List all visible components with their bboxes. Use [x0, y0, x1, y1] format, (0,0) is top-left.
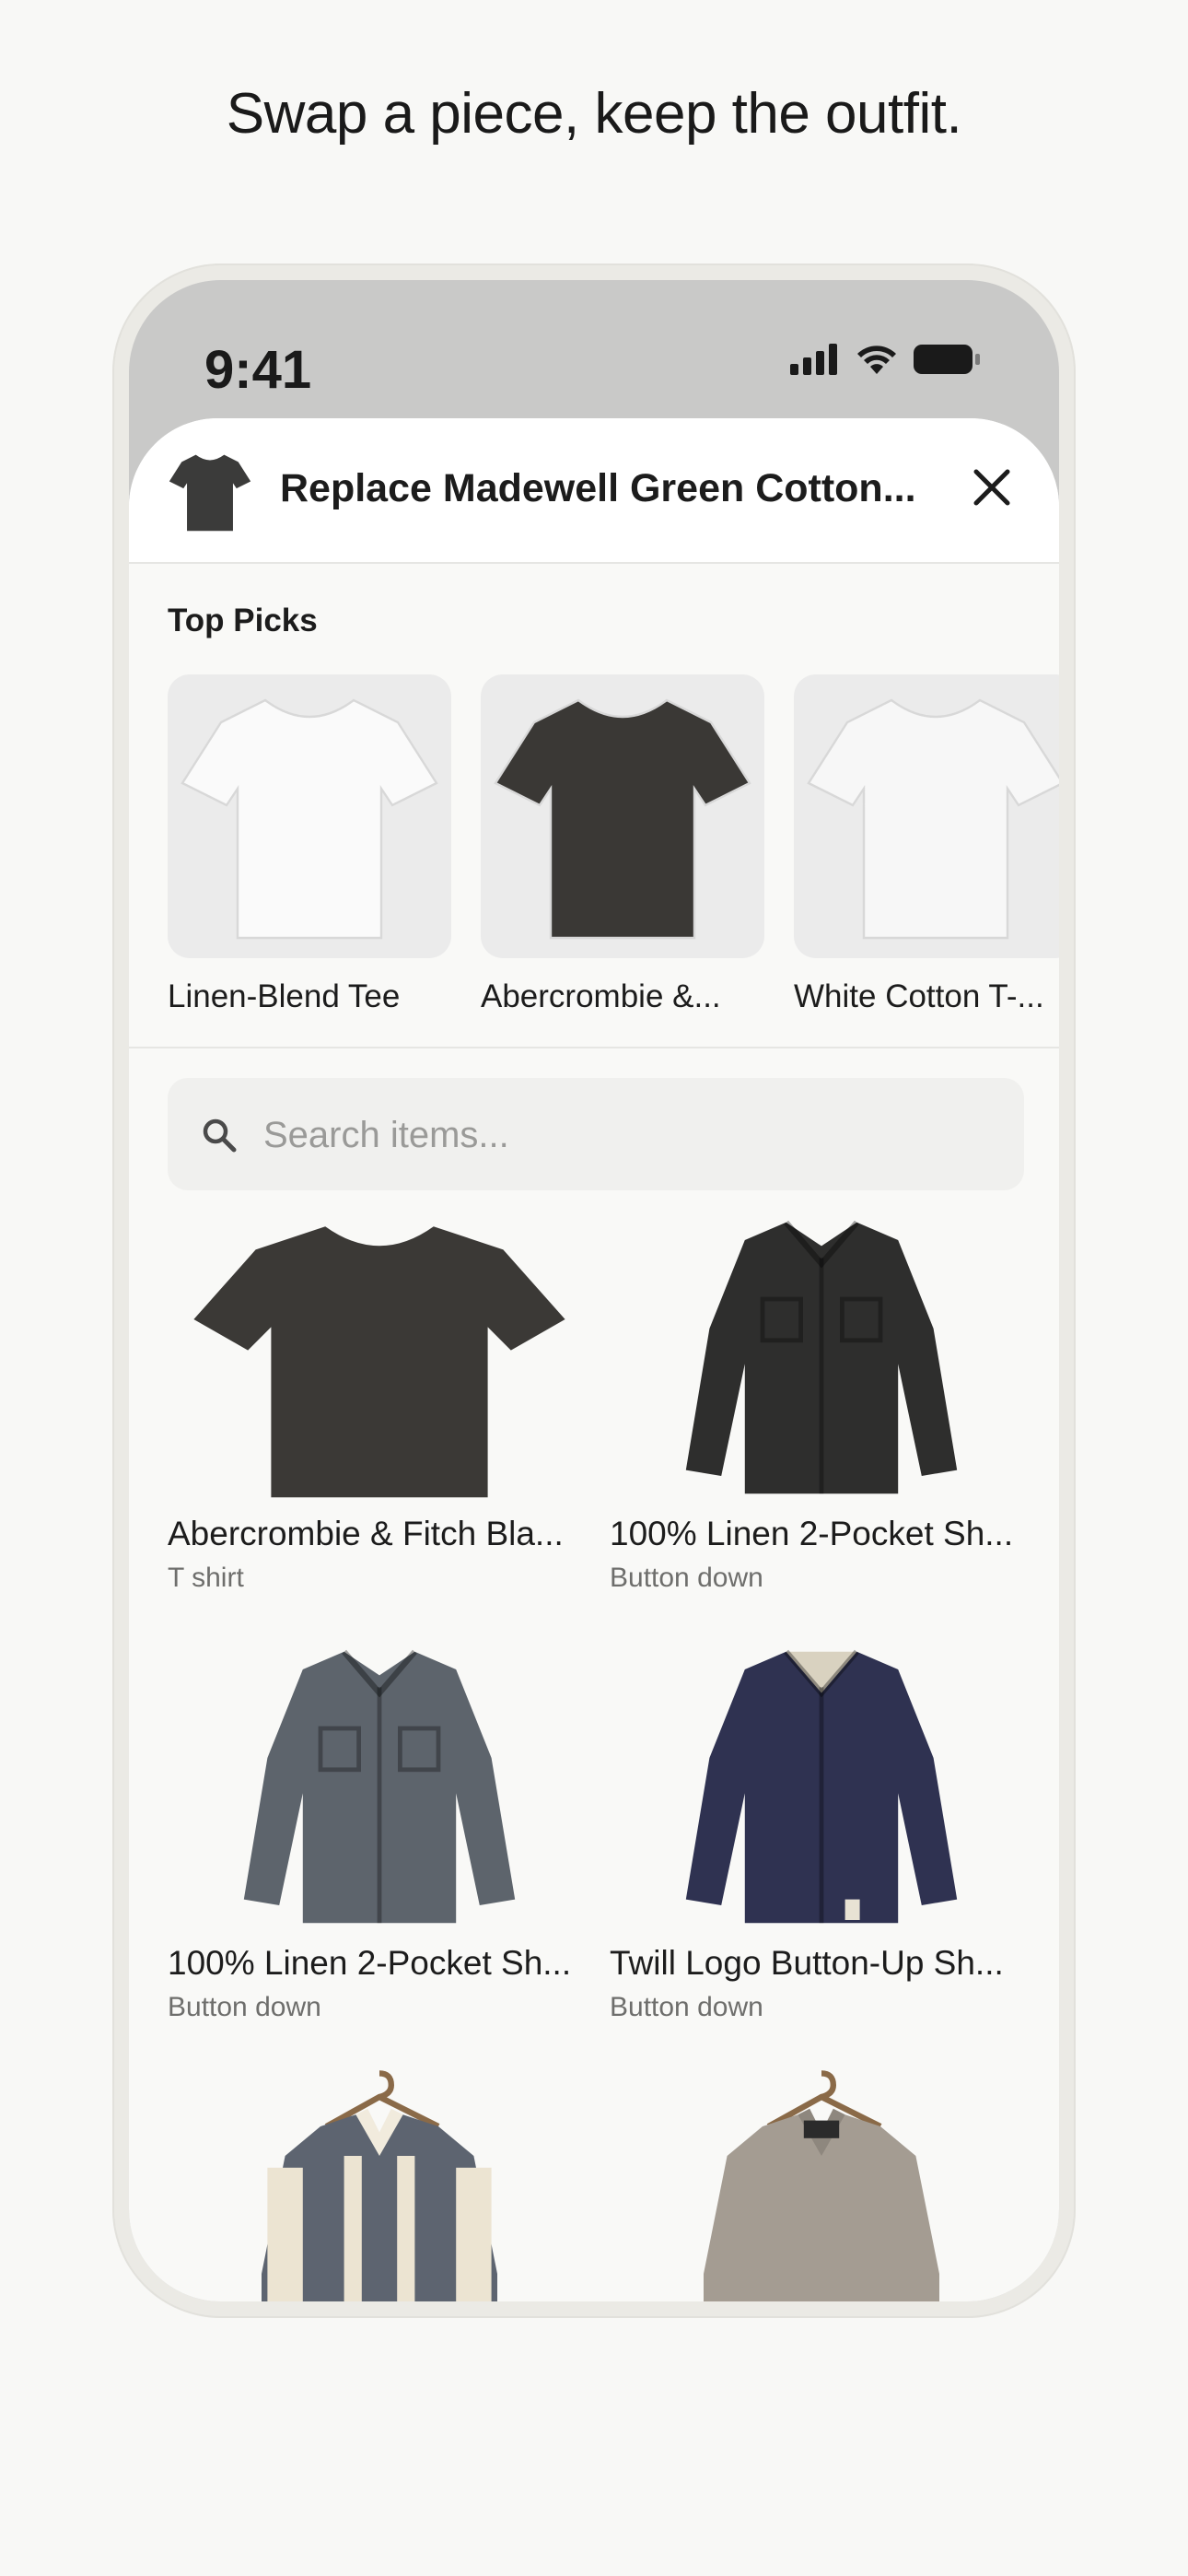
phone-screen: 9:41 Replace Madewell Green Cotton... To… — [129, 280, 1059, 2301]
shirt-image — [685, 1649, 958, 1924]
item-name: 100% Linen 2-Pocket Sh... — [168, 1944, 572, 1982]
item-category: T shirt — [168, 1563, 244, 1593]
search-input[interactable] — [262, 1106, 1002, 1165]
tshirt-icon — [169, 454, 251, 532]
hanger-shirt-image — [704, 2070, 939, 2301]
status-time: 9:41 — [204, 340, 312, 400]
item-category: Button down — [610, 1563, 763, 1593]
top-pick-card[interactable]: White Cotton T-... — [794, 674, 1059, 1015]
tshirt-image — [807, 698, 1059, 940]
wifi-icon — [857, 345, 896, 374]
tshirt-image — [494, 698, 751, 940]
item-card[interactable]: Twill Logo Button-Up Sh... Button down — [610, 1640, 1033, 2023]
top-pick-image — [481, 674, 764, 958]
top-pick-label: Linen-Blend Tee — [168, 978, 401, 1014]
sheet-title: Replace Madewell Green Cotton... — [280, 466, 916, 510]
item-category: Button down — [168, 1992, 321, 2022]
headline: Swap a piece, keep the outfit. — [226, 82, 962, 146]
top-picks-carousel[interactable]: Linen-Blend Tee Abercrombie &... White C… — [168, 674, 1059, 1025]
item-name: Abercrombie & Fitch Bla... — [168, 1515, 564, 1552]
item-card[interactable]: 100% Linen 2-Pocket Sh... Button down — [610, 1211, 1033, 1594]
item-card[interactable]: Abercrombie & Fitch Bla... T shirt — [168, 1211, 591, 1594]
item-name: 100% Linen 2-Pocket Sh... — [610, 1515, 1014, 1552]
battery-icon — [914, 345, 980, 374]
item-card[interactable]: 100% Linen 2-Pocket Sh... Button down — [168, 1640, 591, 2023]
top-pick-label: Abercrombie &... — [481, 978, 721, 1014]
top-pick-card[interactable]: Linen-Blend Tee — [168, 674, 451, 1015]
shirt-image — [243, 1649, 516, 1924]
top-picks-heading: Top Picks — [168, 603, 318, 638]
top-pick-label: White Cotton T-... — [794, 978, 1044, 1014]
sheet-header: Replace Madewell Green Cotton... — [129, 418, 1059, 564]
item-image — [168, 2067, 591, 2301]
current-item-thumbnail — [166, 446, 254, 538]
shirt-image — [685, 1220, 958, 1494]
search-field[interactable] — [168, 1078, 1024, 1190]
item-card[interactable] — [610, 2067, 1033, 2301]
phone-frame: 9:41 Replace Madewell Green Cotton... To… — [112, 263, 1076, 2318]
top-pick-image — [168, 674, 451, 958]
hanger-shirt-image — [262, 2070, 497, 2301]
item-image — [168, 1211, 591, 1505]
item-image — [610, 2067, 1033, 2301]
item-image — [610, 1640, 1033, 1935]
tshirt-image — [181, 698, 438, 940]
cellular-signal-icon — [790, 344, 837, 375]
item-name: Twill Logo Button-Up Sh... — [610, 1944, 1004, 1982]
close-button[interactable] — [969, 464, 1015, 510]
status-icons — [790, 343, 982, 376]
section-divider — [129, 1047, 1059, 1048]
close-icon — [973, 469, 1010, 506]
item-card[interactable] — [168, 2067, 591, 2301]
item-image — [610, 1211, 1033, 1505]
search-icon — [203, 1118, 237, 1153]
tshirt-image — [193, 1226, 565, 1498]
replace-sheet: Replace Madewell Green Cotton... Top Pic… — [129, 418, 1059, 2301]
item-category: Button down — [610, 1992, 763, 2022]
top-pick-card[interactable]: Abercrombie &... — [481, 674, 764, 1015]
item-image — [168, 1640, 591, 1935]
top-pick-image — [794, 674, 1059, 958]
